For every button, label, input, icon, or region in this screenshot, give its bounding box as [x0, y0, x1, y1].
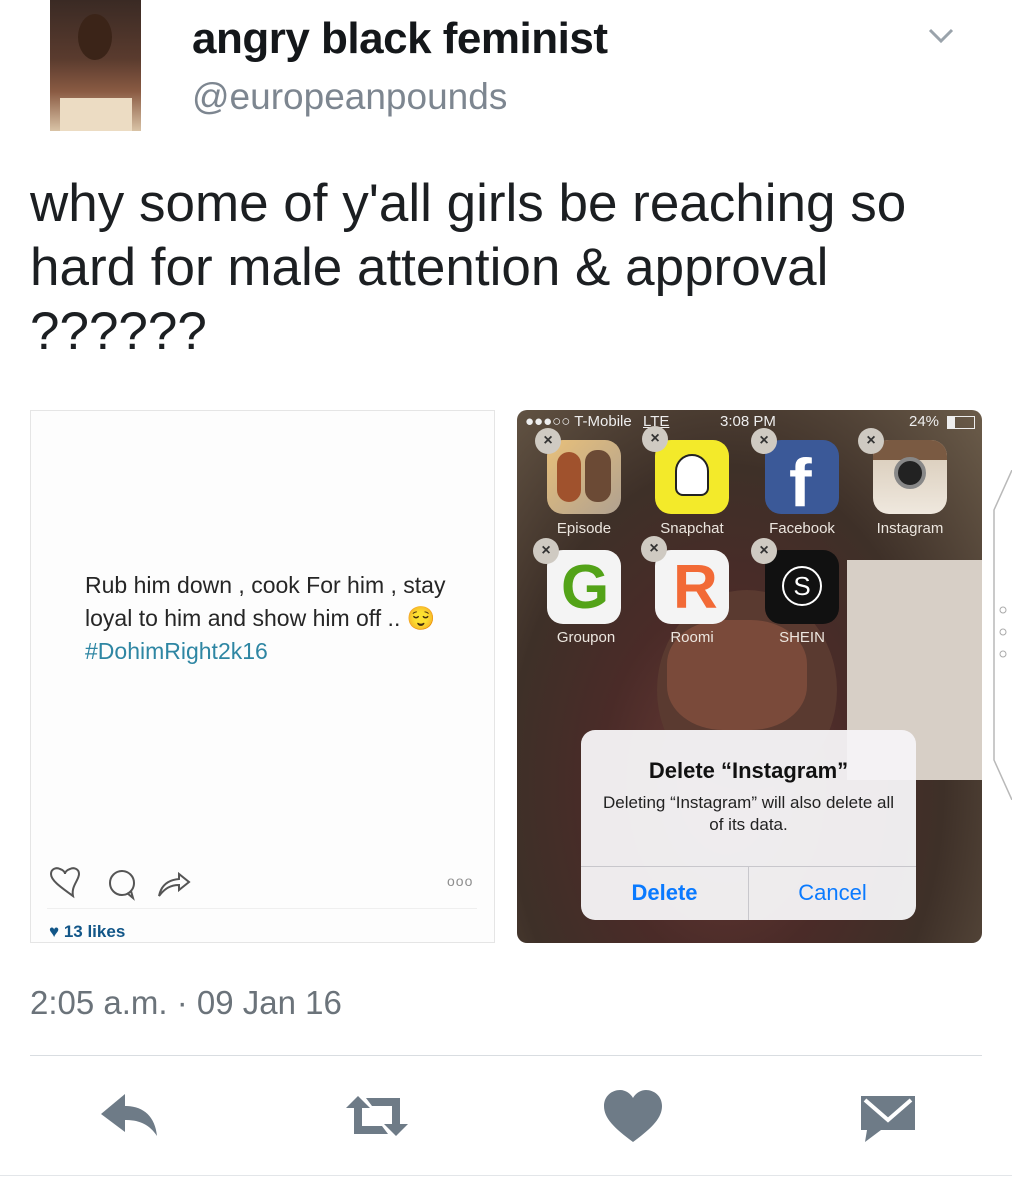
delete-app-alert: Delete “Instagram” Deleting “Instagram” … — [581, 730, 916, 920]
footer-divider — [30, 1055, 982, 1056]
app-label: Groupon — [556, 629, 616, 646]
shein-s-icon[interactable]: S — [765, 550, 839, 624]
app-label: Instagram — [876, 520, 944, 537]
delete-badge[interactable]: × — [535, 428, 561, 454]
chevron-down-icon[interactable] — [928, 24, 954, 46]
heart-icon[interactable] — [598, 1088, 668, 1144]
app-label: SHEIN — [779, 629, 825, 646]
envelope-icon[interactable] — [853, 1088, 923, 1144]
battery-percent: 24% — [909, 413, 940, 430]
tweet-text: why some of y'all girls be reaching so h… — [30, 174, 907, 361]
episode-app-icon[interactable] — [547, 440, 621, 514]
snapchat-ghost-icon[interactable] — [655, 440, 729, 514]
avatar[interactable] — [50, 0, 141, 131]
carrier: ●●●○○ T-Mobile — [525, 413, 632, 430]
instagram-camera-icon[interactable] — [873, 440, 947, 514]
app-label: Snapchat — [660, 520, 724, 537]
app-label: Roomi — [670, 629, 714, 646]
delete-badge[interactable]: × — [642, 426, 668, 452]
delete-badge[interactable]: × — [751, 428, 777, 454]
delete-badge[interactable]: × — [751, 538, 777, 564]
user-handle[interactable]: @europeanpounds — [192, 76, 507, 118]
delete-badge[interactable]: × — [858, 428, 884, 454]
bottom-divider — [0, 1175, 1012, 1176]
clock: 3:08 PM — [720, 413, 776, 430]
alert-delete-button[interactable]: Delete — [581, 866, 748, 920]
likes-count: ♥ 13 likes — [49, 922, 126, 941]
app-label: Facebook — [769, 520, 835, 537]
battery-icon — [947, 416, 975, 429]
tweet-timestamp: 2:05 a.m. · 09 Jan 16 — [30, 984, 342, 1021]
avatar-clothing — [60, 98, 132, 131]
retweet-icon[interactable] — [342, 1088, 412, 1144]
caption-text: Rub him down , cook For him , stay loyal… — [85, 572, 446, 631]
share-arrow-icon — [158, 871, 191, 897]
app-label: Episode — [556, 520, 612, 537]
delete-badge[interactable]: × — [641, 536, 667, 562]
alert-message: Deleting “Instagram” will also delete al… — [602, 793, 895, 834]
post-caption: Rub him down , cook For him , stay loyal… — [85, 569, 465, 668]
hashtag: #DohimRight2k16 — [85, 638, 268, 664]
delete-badge[interactable]: × — [533, 538, 559, 564]
status-bar: ●●●○○ T-Mobile LTE 3:08 PM 24% — [517, 410, 982, 434]
reply-icon[interactable] — [95, 1088, 165, 1144]
instagram-post-image[interactable]: Rub him down , cook For him , stay loyal… — [30, 410, 495, 943]
alert-title: Delete “Instagram” — [648, 758, 849, 783]
comment-icon — [109, 870, 135, 901]
more-options[interactable]: ooo — [447, 873, 473, 889]
next-media-edge — [993, 470, 1012, 800]
heart-small-icon: ♥ — [49, 922, 60, 941]
heart-outline-icon — [49, 867, 81, 899]
phone-screenshot-image[interactable]: ●●●○○ T-Mobile LTE 3:08 PM 24% f × × × ×… — [517, 410, 982, 943]
roomi-r-icon[interactable]: R — [655, 550, 729, 624]
groupon-g-icon[interactable]: G — [547, 550, 621, 624]
avatar-face — [78, 14, 112, 60]
display-name[interactable]: angry black feminist — [192, 14, 608, 64]
post-action-icons — [49, 867, 191, 901]
alert-cancel-button[interactable]: Cancel — [749, 866, 916, 920]
facebook-f-icon[interactable]: f — [765, 440, 839, 521]
post-divider — [47, 908, 477, 909]
